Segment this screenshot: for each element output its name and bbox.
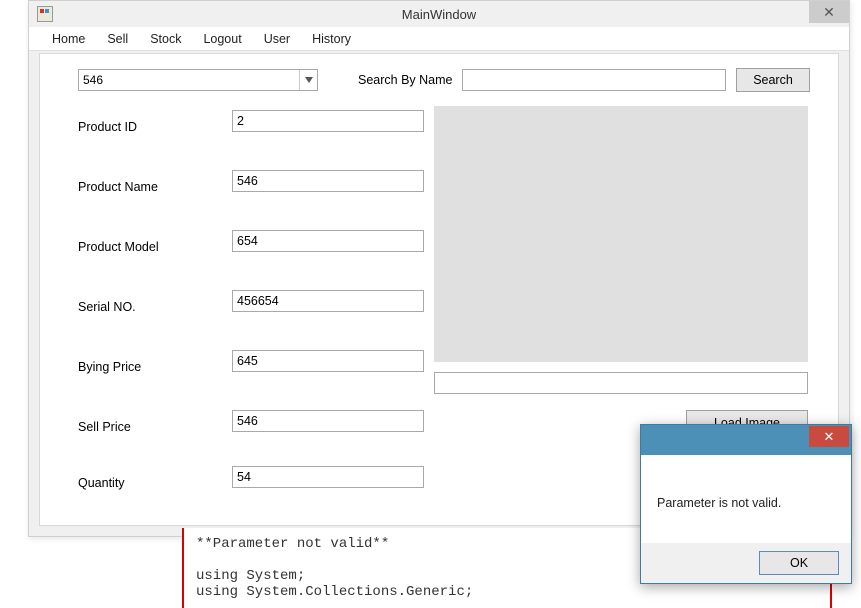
menu-user[interactable]: User: [255, 29, 299, 49]
product-name-input[interactable]: [232, 170, 424, 192]
product-model-label: Product Model: [78, 240, 218, 254]
menu-logout[interactable]: Logout: [194, 29, 250, 49]
product-model-input[interactable]: [232, 230, 424, 252]
close-icon: ✕: [824, 429, 835, 445]
quantity-label: Quantity: [78, 476, 218, 490]
buying-price-label: Bying Price: [78, 360, 218, 374]
search-by-name-label: Search By Name: [358, 73, 452, 87]
image-path-input[interactable]: [434, 372, 808, 394]
dialog-close-button[interactable]: ✕: [809, 426, 849, 447]
search-button[interactable]: Search: [736, 68, 810, 92]
product-name-label: Product Name: [78, 180, 218, 194]
serial-no-label: Serial NO.: [78, 300, 218, 314]
search-row: 546 Search By Name Search: [78, 68, 810, 92]
buying-price-input[interactable]: [232, 350, 424, 372]
quantity-input[interactable]: [232, 466, 424, 488]
dialog-titlebar: ✕: [641, 425, 851, 455]
window-title: MainWindow: [29, 7, 849, 22]
menu-stock[interactable]: Stock: [141, 29, 190, 49]
menu-sell[interactable]: Sell: [98, 29, 137, 49]
sell-price-label: Sell Price: [78, 420, 218, 434]
dialog-message: Parameter is not valid.: [649, 463, 843, 543]
error-dialog: ✕ Parameter is not valid. OK: [640, 424, 852, 584]
titlebar: MainWindow ✕: [29, 1, 849, 27]
image-preview: [434, 106, 808, 362]
sell-price-input[interactable]: [232, 410, 424, 432]
window-close-button[interactable]: ✕: [809, 1, 849, 23]
dialog-footer: OK: [641, 543, 851, 583]
search-by-name-input[interactable]: [462, 69, 726, 91]
menu-history[interactable]: History: [303, 29, 360, 49]
dialog-ok-button[interactable]: OK: [759, 551, 839, 575]
combo-value: 546: [83, 73, 103, 87]
serial-no-input[interactable]: [232, 290, 424, 312]
chevron-down-icon: [299, 70, 317, 90]
product-id-input[interactable]: [232, 110, 424, 132]
menu-home[interactable]: Home: [43, 29, 94, 49]
menubar: Home Sell Stock Logout User History: [29, 27, 849, 51]
product-id-label: Product ID: [78, 120, 218, 134]
product-select-combo[interactable]: 546: [78, 69, 318, 91]
close-icon: ✕: [823, 4, 835, 21]
